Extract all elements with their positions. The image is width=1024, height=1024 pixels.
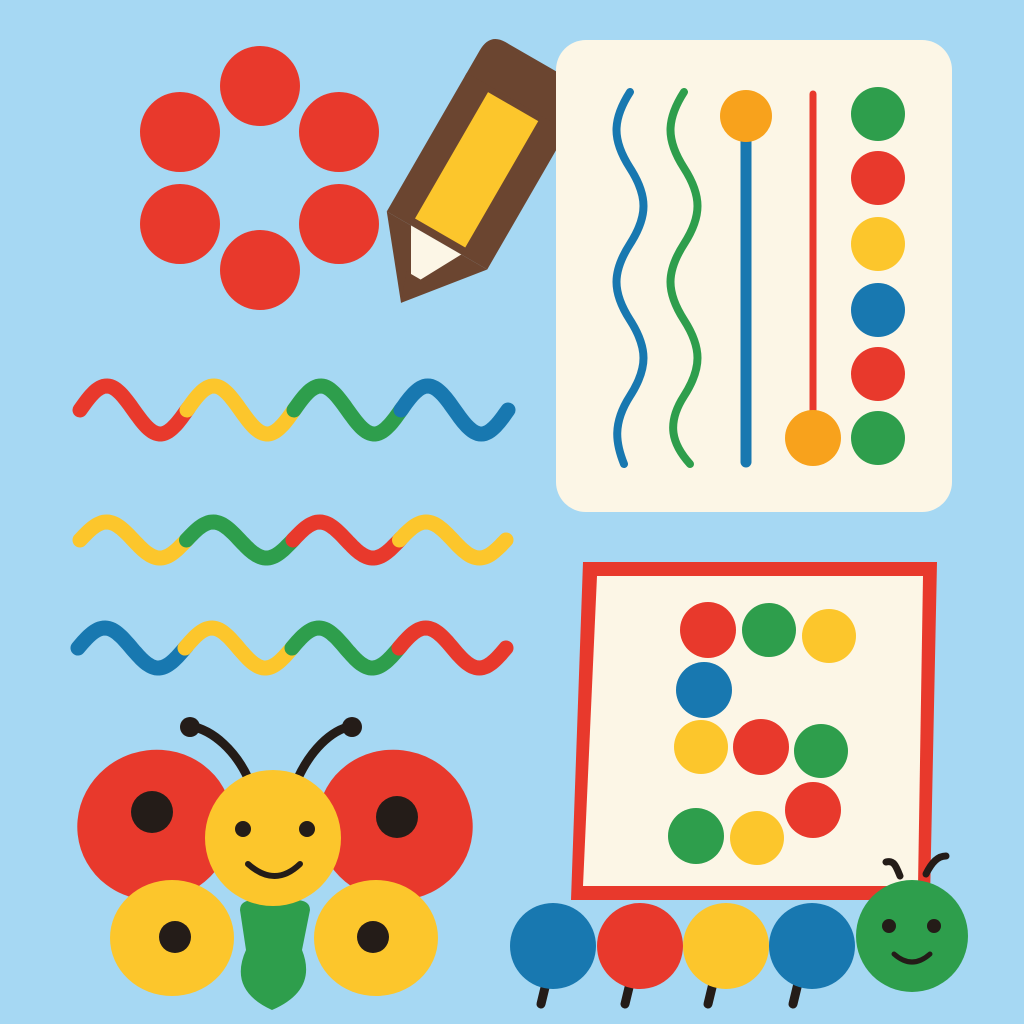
dot (220, 46, 300, 126)
wing-spot (357, 921, 389, 953)
eye (882, 919, 896, 933)
eye (927, 919, 941, 933)
caterpillar-head (856, 880, 968, 992)
dot (140, 92, 220, 172)
stripes-card (556, 40, 952, 512)
dot (140, 184, 220, 264)
wing-spot (376, 796, 418, 838)
wing-spot (159, 921, 191, 953)
butterfly-head (205, 770, 341, 906)
board-dot (733, 719, 789, 775)
body-segment (597, 903, 683, 989)
board-dot (802, 609, 856, 663)
column-dot (851, 347, 905, 401)
board-dot (680, 602, 736, 658)
body-segment (769, 903, 855, 989)
eye (299, 821, 315, 837)
bead (720, 90, 772, 142)
dot (299, 92, 379, 172)
board-dot (730, 811, 784, 865)
body-segment (683, 903, 769, 989)
column-dot (851, 151, 905, 205)
body-segment (510, 903, 596, 989)
scene (0, 0, 1024, 1024)
board-dot (676, 662, 732, 718)
antenna-tip (180, 717, 200, 737)
column-dot (851, 87, 905, 141)
board-dot (794, 724, 848, 778)
board-dot (674, 720, 728, 774)
board-dot (785, 782, 841, 838)
dot (299, 184, 379, 264)
column-dot (851, 411, 905, 465)
wing-spot (131, 791, 173, 833)
antenna-tip (342, 717, 362, 737)
column-dot (851, 217, 905, 271)
dot (220, 230, 300, 310)
eye (235, 821, 251, 837)
board-dot (742, 603, 796, 657)
red-rod-bead (785, 410, 841, 466)
dot-board (571, 562, 937, 900)
board-dot (668, 808, 724, 864)
column-dot (851, 283, 905, 337)
